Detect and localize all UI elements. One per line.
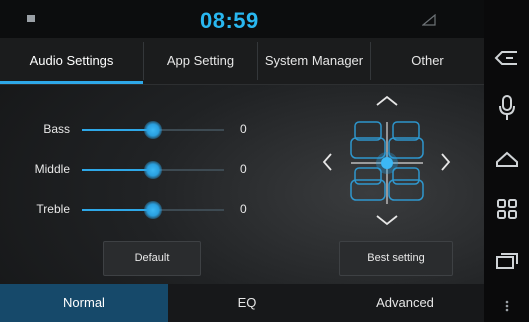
microphone-icon xyxy=(498,95,515,120)
slider-fill xyxy=(82,209,153,211)
voice-button[interactable] xyxy=(484,88,529,128)
clock: 08:59 xyxy=(200,8,259,33)
tab-label: Other xyxy=(411,53,444,68)
back-button[interactable] xyxy=(484,38,529,78)
tab-label: App Setting xyxy=(166,53,235,68)
tab-system-manager[interactable]: System Manager xyxy=(258,38,370,84)
treble-label: Treble xyxy=(36,202,70,216)
treble-value: 0 xyxy=(240,202,247,216)
home-icon xyxy=(495,151,518,167)
bass-value: 0 xyxy=(240,122,247,136)
bass-slider[interactable] xyxy=(82,121,224,139)
slider-thumb[interactable] xyxy=(144,161,162,179)
default-button[interactable]: Default xyxy=(103,241,201,276)
signal-icon xyxy=(422,14,436,26)
slider-fill xyxy=(82,169,153,171)
status-bar: 08:59 xyxy=(0,0,484,38)
home-button[interactable] xyxy=(484,139,529,179)
recent-apps-button[interactable] xyxy=(484,240,529,280)
slider-fill xyxy=(82,129,153,131)
treble-slider[interactable] xyxy=(82,201,224,219)
balance-fader-control xyxy=(318,92,464,232)
back-icon xyxy=(494,51,517,65)
slider-thumb[interactable] xyxy=(144,201,162,219)
fader-up-arrow-icon[interactable] xyxy=(376,95,398,106)
tab-label: System Manager xyxy=(264,53,364,68)
middle-value: 0 xyxy=(240,162,247,176)
middle-label: Middle xyxy=(34,162,70,176)
tab-label: Audio Settings xyxy=(29,53,114,68)
bass-label: Bass xyxy=(43,122,70,136)
middle-slider[interactable] xyxy=(82,161,224,179)
mode-eq[interactable]: EQ xyxy=(168,284,326,322)
side-navigation xyxy=(484,0,529,322)
recent-apps-icon xyxy=(495,253,518,269)
balance-graphic xyxy=(322,95,451,226)
balance-left-arrow-icon[interactable] xyxy=(322,153,332,171)
tab-app-setting[interactable]: App Setting xyxy=(144,38,257,84)
slider-thumb[interactable] xyxy=(144,121,162,139)
settings-tabs: Audio Settings App Setting System Manage… xyxy=(0,38,484,85)
audio-settings-screen: 08:59 Audio Settings App Setting System … xyxy=(0,0,529,322)
more-button[interactable] xyxy=(484,290,529,322)
tab-audio-settings[interactable]: Audio Settings xyxy=(0,38,143,84)
fader-down-arrow-icon[interactable] xyxy=(376,215,398,226)
balance-point-handle[interactable] xyxy=(381,157,393,169)
balance-right-arrow-icon[interactable] xyxy=(441,153,451,171)
sound-mode-bar: Normal EQ Advanced xyxy=(0,284,484,322)
mode-advanced[interactable]: Advanced xyxy=(326,284,484,322)
best-setting-button[interactable]: Best setting xyxy=(339,241,453,276)
mode-normal[interactable]: Normal xyxy=(0,284,168,322)
notification-flag-icon xyxy=(27,15,35,22)
tab-active-indicator xyxy=(0,81,143,84)
apps-button[interactable] xyxy=(484,189,529,229)
tab-other[interactable]: Other xyxy=(371,38,484,84)
more-icon xyxy=(505,300,508,312)
apps-grid-icon xyxy=(496,199,517,219)
